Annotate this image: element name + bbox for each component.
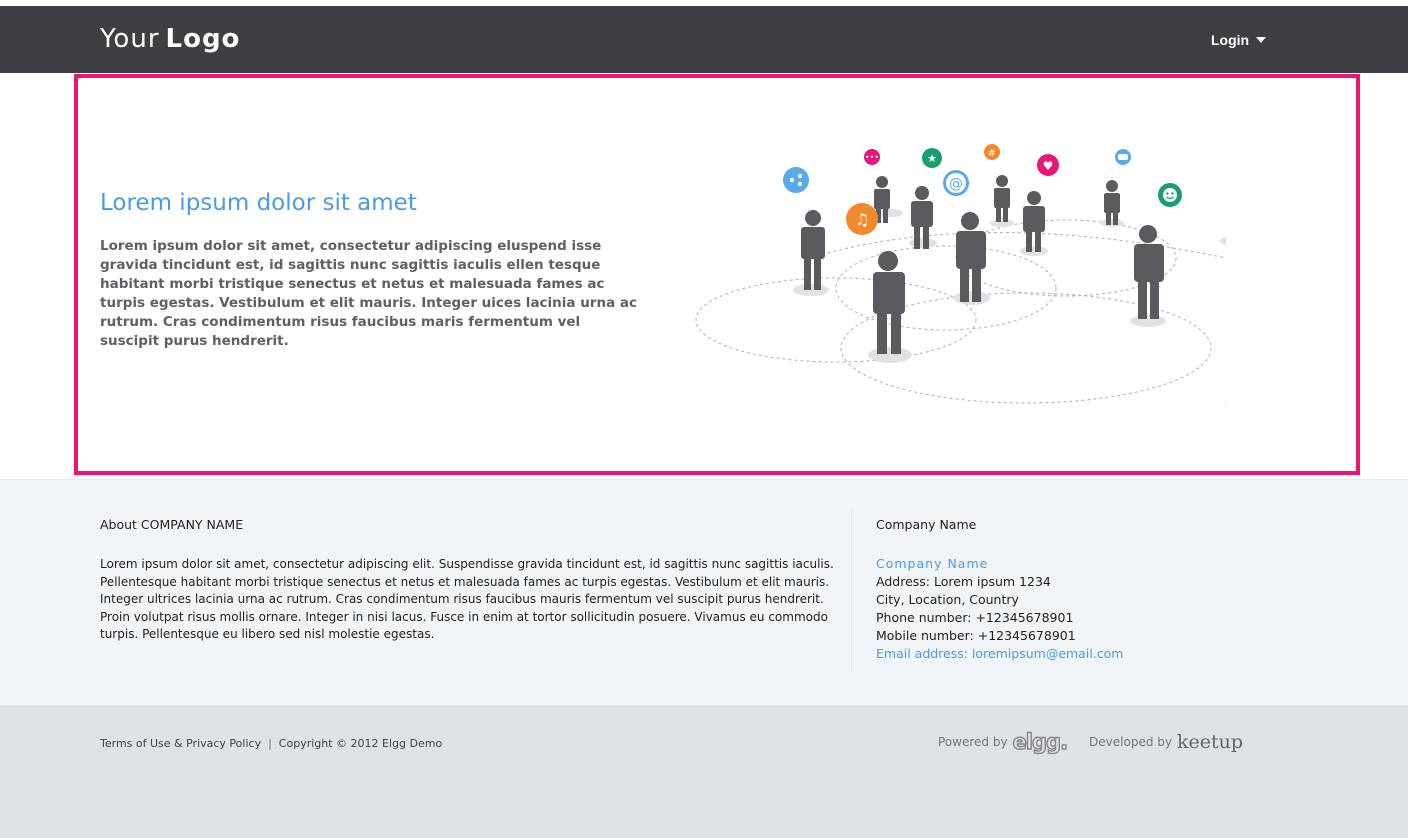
svg-text:♫: ♫ [855, 210, 869, 229]
svg-text:@: @ [949, 176, 963, 192]
company-contact: Company Name Address: Lorem ipsum 1234 C… [876, 555, 1123, 663]
at-icon: @ [943, 170, 969, 196]
company-name-link[interactable]: Company Name [876, 555, 1123, 573]
hero-banner: Lorem ipsum dolor sit amet Lorem ipsum d… [74, 74, 1360, 475]
heart-icon: ♥ [1037, 154, 1059, 176]
company-email-link[interactable]: Email address: loremipsum@email.com [876, 645, 1123, 663]
social-network-illustration: ••• ★ # @ ♥ ♫ [695, 144, 1226, 406]
smiley-icon [1158, 183, 1182, 207]
company-title: Company Name [876, 517, 977, 532]
copyright-text: Copyright © 2012 Elgg Demo [278, 737, 443, 750]
car-icon [1115, 149, 1131, 165]
login-dropdown[interactable]: Login [1211, 32, 1267, 48]
about-title: About COMPANY NAME [100, 517, 244, 532]
login-label: Login [1211, 32, 1250, 48]
company-city: City, Location, Country [876, 592, 1019, 607]
about-text: Lorem ipsum dolor sit amet, consectetur … [100, 557, 834, 641]
company-phone: Phone number: +12345678901 [876, 610, 1074, 625]
company-address: Address: Lorem ipsum 1234 [876, 574, 1051, 589]
hero-text: Lorem ipsum dolor sit amet, consectetur … [100, 238, 638, 349]
footer-separator: | [268, 737, 272, 750]
chat-icon: ••• [864, 149, 880, 165]
svg-text:•••: ••• [865, 153, 879, 162]
star-icon: ★ [922, 148, 942, 168]
powered-by-label: Powered by [938, 735, 1008, 749]
share-icon [783, 167, 809, 193]
keetup-logo[interactable]: keetup [1177, 731, 1243, 753]
svg-text:#: # [988, 148, 996, 159]
footer-links: Terms of Use & Privacy Policy | Copyright … [100, 737, 442, 750]
svg-text:♥: ♥ [1043, 159, 1054, 173]
footer-divider [851, 510, 852, 672]
hero-title: Lorem ipsum dolor sit amet [100, 190, 417, 216]
footer-info-section: About COMPANY NAME Lorem ipsum dolor sit… [0, 479, 1408, 705]
site-logo[interactable]: Your Logo [100, 24, 240, 54]
elgg-logo[interactable]: elgg. [1012, 729, 1069, 754]
company-mobile: Mobile number: +12345678901 [876, 628, 1076, 643]
terms-privacy-link[interactable]: Terms of Use & Privacy Policy [100, 737, 261, 750]
svg-text:★: ★ [927, 152, 937, 165]
hash-icon: # [984, 144, 1000, 160]
top-navigation-bar: Your Logo Login [0, 6, 1408, 73]
music-icon: ♫ [846, 203, 878, 235]
logo-text-bold: Logo [165, 24, 241, 54]
footer-bottom-bar: Terms of Use & Privacy Policy | Copyright … [0, 705, 1408, 838]
footer-credits: Powered by elgg. Developed by keetup [938, 729, 1243, 754]
caret-down-icon [1256, 37, 1267, 44]
developed-by-label: Developed by [1089, 735, 1172, 749]
logo-text-light: Your [100, 24, 160, 54]
